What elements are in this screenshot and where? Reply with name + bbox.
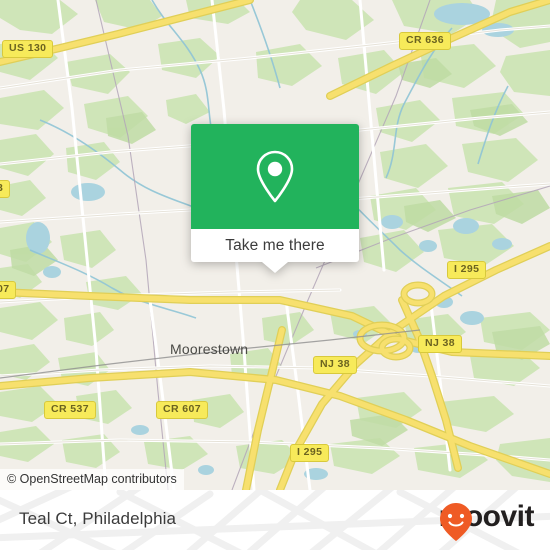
road-shield: 3 [0,180,11,198]
moovit-logo[interactable]: moovit [439,502,535,541]
osm-attribution[interactable]: © OpenStreetMap contributors [0,469,184,490]
road-shield: NJ 38 [313,356,358,374]
place-label: Moorestown [170,341,249,357]
road-shield: CR 636 [399,32,452,50]
bottom-info-bar: Teal Ct, Philadelphia moovit [0,490,550,550]
popup-pointer-tail [262,262,288,273]
road-shield: I 295 [447,261,487,279]
road-shield: CR 537 [44,401,97,419]
road-shield: NJ 38 [418,335,463,353]
road-shield: 07 [0,281,17,299]
location-popup-card[interactable]: Take me there [191,124,359,273]
road-shield: I 295 [290,444,330,462]
moovit-pin-icon [439,503,472,541]
popup-action-bar[interactable]: Take me there [191,229,359,273]
popup-image-panel [191,124,359,229]
map-pin-icon [256,150,294,202]
location-title: Teal Ct, Philadelphia [19,509,177,528]
road-shield: US 130 [2,40,54,58]
take-me-there-button[interactable]: Take me there [225,237,325,255]
map-screenshot: US 130 CR 636 3 I 295 07 NJ 38 NJ 38 CR 537 CR 6… [0,0,550,550]
road-shield: CR 607 [156,401,209,419]
